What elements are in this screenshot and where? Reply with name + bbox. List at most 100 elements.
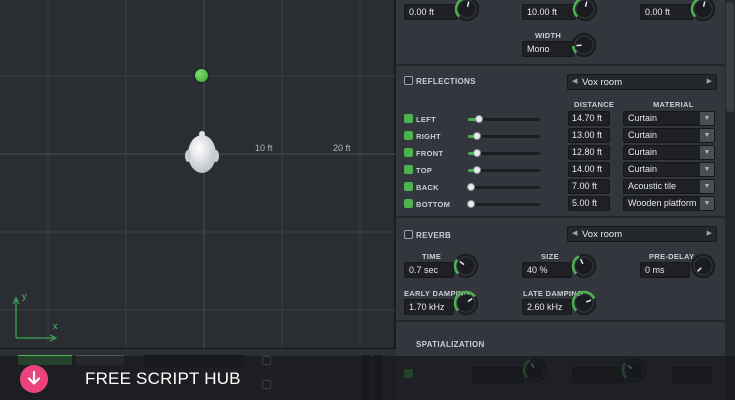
reflection-row-toggle[interactable] [404, 182, 413, 191]
reflection-row-slider[interactable] [467, 200, 540, 208]
dropdown-arrow-icon[interactable]: ▼ [700, 197, 714, 210]
reverb-time-value[interactable]: 0.7 sec [404, 262, 454, 278]
reflection-row-slider[interactable] [467, 183, 540, 191]
reflection-row-material[interactable]: Curtain ▼ [623, 145, 715, 160]
reflection-row-material[interactable]: Curtain ▼ [623, 162, 715, 177]
reverb-predelay-value[interactable]: 0 ms [640, 262, 690, 278]
reflection-row-material-value: Curtain [628, 130, 658, 140]
reverb-title: REVERB [416, 231, 452, 240]
watermark-banner: FREE SCRIPT HUB [0, 356, 735, 400]
source-param-3-value[interactable]: 0.00 ft [640, 4, 694, 20]
download-arrow-icon [20, 365, 48, 393]
source-param-2-value[interactable]: 10.00 ft [522, 4, 576, 20]
reflection-row-label: LEFT [416, 115, 436, 124]
axis-y-label: y [22, 291, 27, 301]
reflections-section: REFLECTIONS ◀ Vox room ▶ DISTANCE MATERI… [396, 67, 725, 218]
reflection-row-distance[interactable]: 7.00 ft [568, 179, 610, 194]
reflection-row-distance[interactable]: 12.80 ft [568, 145, 610, 160]
distance-label-10ft: 10 ft [255, 143, 273, 153]
sound-source-dot[interactable] [195, 69, 208, 82]
parameter-panel: 0.00 ft 10.00 ft 0.00 ft WIDTH Mono REFL… [396, 0, 725, 400]
distance-header: DISTANCE [574, 100, 615, 109]
material-header: MATERIAL [653, 100, 694, 109]
reverb-predelay-knob[interactable] [690, 253, 716, 279]
reflections-title: REFLECTIONS [416, 77, 476, 86]
reflection-row-label: RIGHT [416, 132, 441, 141]
reverb-time-knob[interactable] [453, 253, 479, 279]
reflection-row-distance[interactable]: 14.00 ft [568, 162, 610, 177]
reflection-row-slider-thumb[interactable] [474, 115, 483, 123]
reverb-toggle[interactable] [404, 230, 413, 239]
reflection-row-material-value: Curtain [628, 147, 658, 157]
reflection-row-label: BACK [416, 183, 439, 192]
reflection-row-toggle[interactable] [404, 165, 413, 174]
reverb-size-value[interactable]: 40 % [522, 262, 572, 278]
dropdown-arrow-icon[interactable]: ▼ [700, 129, 714, 142]
late-damping-value[interactable]: 2.60 kHz [522, 299, 572, 315]
reflection-row-material[interactable]: Curtain ▼ [623, 111, 715, 126]
reverb-size-knob[interactable] [571, 253, 597, 279]
reflection-row-material-value: Wooden platform [628, 198, 697, 208]
width-value[interactable]: Mono [522, 41, 574, 57]
reflection-row-slider-thumb[interactable] [467, 200, 476, 208]
early-damping-value[interactable]: 1.70 kHz [404, 299, 454, 315]
scrollbar-thumb[interactable] [726, 2, 734, 112]
spatial-view[interactable]: 10 ft 20 ft y x [0, 0, 395, 348]
reflection-row-slider[interactable] [468, 166, 540, 174]
panel-scrollbar[interactable] [725, 0, 735, 400]
reflections-toggle[interactable] [404, 76, 413, 85]
source-param-2-knob[interactable] [572, 0, 598, 22]
next-preset-icon[interactable]: ▶ [707, 77, 712, 85]
reflections-preset-dropdown[interactable]: ◀ Vox room ▶ [567, 74, 717, 90]
dropdown-arrow-icon[interactable]: ▼ [700, 163, 714, 176]
early-damping-knob[interactable] [453, 290, 479, 316]
reflection-row-toggle[interactable] [404, 114, 413, 123]
reflection-row-toggle[interactable] [404, 199, 413, 208]
reflection-row-material-value: Curtain [628, 113, 658, 123]
reflection-row-label: TOP [416, 166, 433, 175]
width-label: WIDTH [535, 31, 562, 40]
source-param-3-knob[interactable] [690, 0, 716, 22]
reflection-row-toggle[interactable] [404, 148, 413, 157]
reverb-size-label: SIZE [541, 252, 559, 261]
reflection-row-slider-thumb[interactable] [473, 149, 482, 157]
axis-x-label: x [53, 321, 58, 331]
reflection-row-material[interactable]: Curtain ▼ [623, 128, 715, 143]
source-section: 0.00 ft 10.00 ft 0.00 ft WIDTH Mono [396, 0, 725, 66]
reflection-row-toggle[interactable] [404, 131, 413, 140]
reflection-row-material-value: Acoustic tile [628, 181, 677, 191]
listener-head-icon[interactable] [184, 130, 220, 176]
dropdown-arrow-icon[interactable]: ▼ [700, 146, 714, 159]
reflection-row-label: FRONT [416, 149, 444, 158]
reflection-row-label: BOTTOM [416, 200, 451, 209]
reflection-row-distance[interactable]: 14.70 ft [568, 111, 610, 126]
dropdown-arrow-icon[interactable]: ▼ [700, 112, 714, 125]
late-damping-knob[interactable] [571, 290, 597, 316]
reverb-time-label: TIME [422, 252, 442, 261]
source-param-1-knob[interactable] [454, 0, 480, 22]
reflection-row-distance[interactable]: 5.00 ft [568, 196, 610, 211]
reflection-row-slider-thumb[interactable] [467, 183, 476, 191]
spatialization-title: SPATIALIZATION [416, 340, 485, 349]
reflection-row-material[interactable]: Wooden platform ▼ [623, 196, 715, 211]
reflection-row-material-value: Curtain [628, 164, 658, 174]
prev-preset-icon[interactable]: ◀ [572, 77, 577, 85]
reflection-row-slider[interactable] [468, 132, 540, 140]
reverb-predelay-label: PRE-DELAY [649, 252, 695, 261]
reverb-preset-value: Vox room [582, 229, 623, 240]
reflection-row-slider[interactable] [468, 149, 540, 157]
distance-label-20ft: 20 ft [333, 143, 351, 153]
reflection-row-slider[interactable] [468, 115, 540, 123]
reflection-row-slider-thumb[interactable] [473, 132, 482, 140]
width-knob[interactable] [571, 32, 597, 58]
reverb-next-preset-icon[interactable]: ▶ [707, 229, 712, 237]
dropdown-arrow-icon[interactable]: ▼ [700, 180, 714, 193]
reverb-prev-preset-icon[interactable]: ◀ [572, 229, 577, 237]
reflections-preset-value: Vox room [582, 77, 623, 88]
reflection-row-slider-thumb[interactable] [473, 166, 482, 174]
reverb-preset-dropdown[interactable]: ◀ Vox room ▶ [567, 226, 717, 242]
source-param-1-value[interactable]: 0.00 ft [404, 4, 458, 20]
reverb-section: REVERB ◀ Vox room ▶ TIME 0.7 sec SIZE 40… [396, 219, 725, 322]
reflection-row-distance[interactable]: 13.00 ft [568, 128, 610, 143]
reflection-row-material[interactable]: Acoustic tile ▼ [623, 179, 715, 194]
